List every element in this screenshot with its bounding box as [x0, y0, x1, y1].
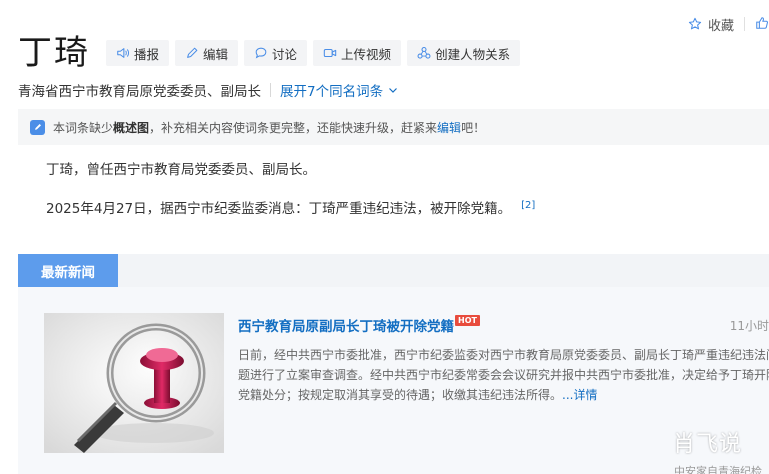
video-icon: [323, 48, 337, 58]
broadcast-label: 播报: [134, 46, 160, 62]
reference-link[interactable]: [2]: [521, 200, 535, 211]
expand-homonyms-label: 展开7个同名词条: [280, 84, 384, 100]
news-summary-line-last: 党籍处分；按规定取消其享受的待遇；收缴其违纪违法所得。...详情: [238, 385, 769, 405]
tab-latest-news[interactable]: 最新新闻: [18, 254, 118, 287]
create-relation-button[interactable]: 创建人物关系: [407, 40, 521, 66]
news-paragraph-text: 2025年4月27日，据西宁市纪委监委消息：丁琦严重违纪违法，被开除党籍。: [46, 201, 512, 217]
upload-video-label: 上传视频: [341, 46, 392, 62]
news-thumbnail[interactable]: [44, 313, 224, 453]
news-timestamp: 11小时: [729, 319, 769, 333]
notice-suffix: 吧！: [461, 120, 486, 135]
magnifier-pushpin-image: [44, 313, 224, 453]
news-summary-line-text: 党籍处分；按规定取消其享受的待遇；收缴其违纪违法所得。: [238, 388, 563, 402]
news-title-link[interactable]: 西宁教育局原副局长丁琦被开除党籍 HOT: [238, 314, 480, 335]
edit-label: 编辑: [203, 46, 229, 62]
hot-badge: HOT: [455, 314, 480, 326]
divider: [744, 17, 745, 31]
page-title: 丁琦: [18, 33, 90, 73]
news-summary: 日前，经中共西宁市委批准，西宁市纪委监委对西宁市教育局原党委委员、副局长丁琦严重…: [238, 345, 769, 405]
watermark: 肖飞说: [673, 432, 743, 457]
discuss-label: 讨论: [272, 46, 298, 62]
summary-paragraph: 丁琦，曾任西宁市教育局党委委员、副局长。: [46, 162, 316, 178]
favorite-button[interactable]: 收藏: [688, 15, 734, 34]
entry-subtitle: 青海省西宁市教育局原党委委员、副局长: [18, 84, 261, 100]
upload-video-button[interactable]: 上传视频: [313, 40, 402, 66]
discuss-button[interactable]: 讨论: [244, 40, 308, 66]
news-paragraph: 2025年4月27日，据西宁市纪委监委消息：丁琦严重违纪违法，被开除党籍。 [2]: [46, 197, 535, 218]
favorite-label: 收藏: [707, 18, 734, 34]
expand-homonyms-link[interactable]: 展开7个同名词条: [280, 80, 398, 100]
divider: [270, 83, 271, 97]
latest-news-header: 最新新闻: [18, 254, 769, 287]
edit-button[interactable]: 编辑: [175, 40, 239, 66]
news-summary-line: 题进行了立案审查调查。经中共西宁市纪委常委会会议研究并报中共西宁市委批准，决定给…: [238, 368, 769, 382]
like-button[interactable]: [755, 15, 769, 34]
notice-prefix: 本词条缺少: [53, 120, 114, 135]
news-title: 西宁教育局原副局长丁琦被开除党籍: [238, 319, 454, 335]
notice-edit-link[interactable]: 编辑: [437, 119, 461, 136]
news-source: 中安家自青海纪检: [674, 465, 762, 474]
entry-actions: 收藏: [688, 14, 769, 34]
title-row: 丁琦 播报 编辑 讨论 上传视频 创建人物关系: [18, 33, 521, 73]
edit-notice-icon: [30, 119, 45, 135]
notice-bold: 概述图: [113, 120, 150, 135]
subtitle-row: 青海省西宁市教育局原党委委员、副局长 展开7个同名词条: [18, 80, 398, 100]
chat-bubble-icon: [255, 47, 267, 59]
star-icon: [688, 17, 702, 30]
news-card: 西宁教育局原副局长丁琦被开除党籍 HOT 11小时 日前，经中共西宁市委批准，西…: [18, 287, 769, 474]
chevron-down-icon: [389, 88, 398, 93]
missing-image-notice: 本词条缺少 概述图 ，补充相关内容使词条更完整，还能快速升级，赶紧来 编辑 吧！: [18, 109, 769, 145]
entry-toolbar: 播报 编辑 讨论 上传视频 创建人物关系: [100, 40, 521, 66]
news-summary-line: 日前，经中共西宁市委批准，西宁市纪委监委对西宁市教育局原党委委员、副局长丁琦严重…: [238, 348, 769, 362]
people-network-icon: [417, 46, 431, 59]
broadcast-button[interactable]: 播报: [106, 40, 170, 66]
speaker-icon: [117, 48, 129, 58]
thumbs-up-icon: [756, 16, 768, 29]
pencil-icon: [187, 47, 198, 58]
news-more-link[interactable]: ...详情: [562, 388, 597, 402]
create-relation-label: 创建人物关系: [435, 46, 511, 62]
notice-middle: ，补充相关内容使词条更完整，还能快速升级，赶紧来: [149, 120, 438, 135]
